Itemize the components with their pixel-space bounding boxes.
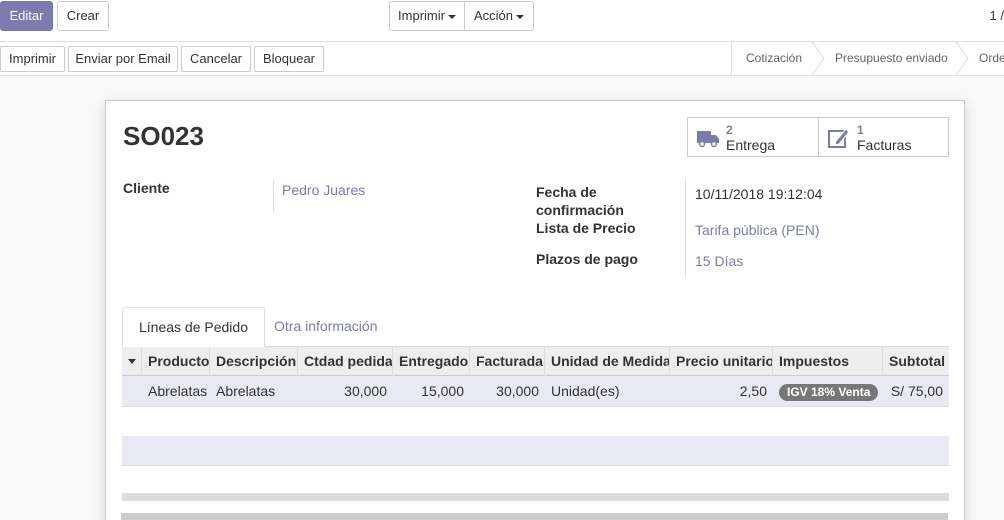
empty-row (122, 436, 949, 466)
control-panel: Editar Crear Imprimir Acción 1 / (0, 0, 1004, 41)
stage-quotation[interactable]: Cotización (746, 42, 802, 75)
column-header[interactable]: Producto (142, 347, 210, 376)
action-dropdown[interactable]: Acción (465, 1, 534, 31)
status-bar: Cotización Presupuesto enviado Orde (731, 42, 1004, 75)
confirmation-date-value: 10/11/2018 19:12:04 (695, 186, 823, 202)
column-header[interactable]: Impuestos (773, 347, 883, 376)
cell-price: 2,50 (739, 383, 767, 399)
field-divider (685, 179, 686, 277)
invoices-smart-button[interactable]: 1 Facturas (818, 117, 949, 157)
edit-icon (828, 128, 850, 148)
cell-uom: Unidad(es) (551, 383, 620, 399)
notebook-tabs: Líneas de Pedido Otra información (122, 307, 949, 347)
empty-row (122, 407, 949, 437)
confirmation-date-label-line2: confirmación (536, 202, 624, 218)
cancel-button[interactable]: Cancelar (181, 46, 251, 72)
truck-icon (697, 131, 719, 148)
table-scrollbar[interactable] (122, 493, 949, 501)
invoices-count: 1 (857, 123, 864, 137)
print-button[interactable]: Imprimir (0, 46, 65, 72)
sort-toggle[interactable] (122, 347, 142, 376)
cell-delivered: 15,000 (421, 383, 464, 399)
delivery-count: 2 (726, 123, 733, 137)
confirmation-date-label: Fecha de confirmación (536, 183, 624, 219)
payment-terms-link[interactable]: 15 Días (695, 252, 743, 270)
delivery-label: Entrega (726, 137, 776, 153)
chevron-down-icon (447, 14, 456, 19)
cell-invoiced: 30,000 (496, 383, 539, 399)
form-header: Imprimir Enviar por Email Cancelar Bloqu… (0, 41, 1004, 76)
page-title: SO023 (123, 121, 204, 151)
lock-button[interactable]: Bloquear (254, 46, 324, 72)
customer-label: Cliente (123, 180, 170, 196)
tab-order-lines[interactable]: Líneas de Pedido (122, 307, 265, 347)
column-header[interactable]: Ctdad pedida (298, 347, 393, 376)
column-header[interactable]: Facturada (470, 347, 545, 376)
form-sheet: SO023 2 Entrega 1 Facturas Cliente Pedro… (105, 100, 965, 520)
confirmation-date-label-line1: Fecha de (536, 184, 597, 200)
stage-separator (956, 42, 969, 75)
cell-tax: IGV 18% Venta (773, 376, 883, 406)
column-header[interactable]: Precio unitario (670, 347, 773, 376)
chevron-down-icon (516, 14, 525, 19)
table-header: Producto Descripción Ctdad pedida Entreg… (122, 347, 949, 376)
create-button[interactable]: Crear (57, 1, 109, 31)
send-email-button[interactable]: Enviar por Email (68, 46, 178, 72)
pricelist-link[interactable]: Tarifa pública (PEN) (695, 221, 820, 239)
payment-terms-label: Plazos de pago (536, 251, 638, 267)
delivery-smart-button[interactable]: 2 Entrega (687, 117, 819, 157)
tab-other-info[interactable]: Otra información (258, 307, 393, 347)
column-header[interactable]: Subtotal (883, 347, 949, 376)
pager[interactable]: 1 / (990, 8, 1004, 23)
customer-link[interactable]: Pedro Juares (282, 181, 365, 199)
stage-quotation-sent[interactable]: Presupuesto enviado (835, 42, 948, 75)
tax-badge: IGV 18% Venta (779, 384, 879, 401)
caret-down-icon (128, 359, 136, 364)
print-dropdown[interactable]: Imprimir (389, 1, 465, 31)
horizontal-scrollbar[interactable] (121, 513, 948, 520)
cell-subtotal: S/ 75,00 (890, 383, 943, 399)
cell-ordered: 30,000 (344, 383, 387, 399)
invoices-label: Facturas (857, 137, 912, 153)
stage-separator (812, 42, 825, 75)
field-divider (273, 179, 274, 213)
cell-description: Abrelatas (216, 383, 276, 399)
action-dropdown-label: Acción (473, 8, 514, 23)
pricelist-label: Lista de Precio (536, 220, 636, 236)
edit-button[interactable]: Editar (0, 1, 53, 31)
column-header[interactable]: Unidad de Medida (545, 347, 670, 376)
cell-product: Abrelatas (148, 383, 208, 399)
column-header[interactable]: Descripción (210, 347, 298, 376)
stage-sales-order[interactable]: Orde (979, 42, 1004, 75)
column-header[interactable]: Entregado (393, 347, 470, 376)
print-dropdown-label: Imprimir (398, 8, 445, 23)
table-row[interactable]: Abrelatas Abrelatas 30,000 15,000 30,000… (122, 376, 949, 407)
